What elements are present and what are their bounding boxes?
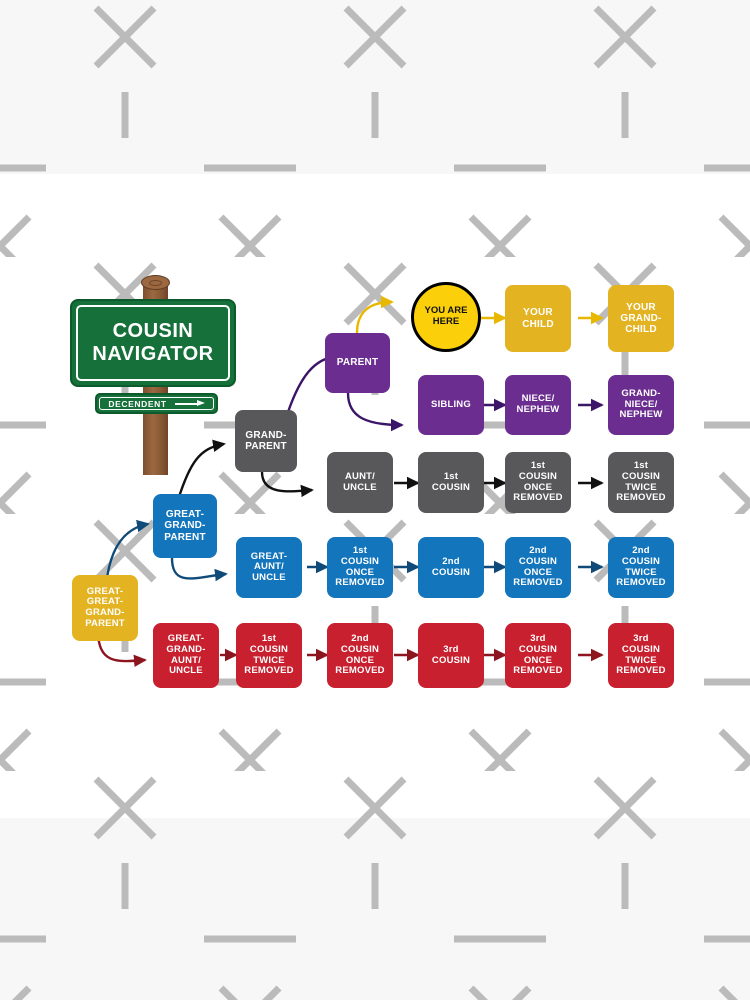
node-label: 3rd COUSIN ONCE REMOVED <box>513 633 563 677</box>
node-great-great-grandparent[interactable]: GREAT- GREAT- GRAND- PARENT <box>72 575 138 641</box>
node-third-cousins-5[interactable]: 3rd COUSIN ONCE REMOVED <box>505 623 571 688</box>
node-third-cousins-1[interactable]: GREAT- GRAND- AUNT/UNCLE <box>153 623 219 688</box>
node-label: 3rd COUSIN <box>431 643 471 666</box>
node-third-cousins-2[interactable]: 1st COUSIN TWICE REMOVED <box>236 623 302 688</box>
descendent-sign: DECENDENT <box>95 393 218 414</box>
title-line-1: COUSIN <box>112 320 194 342</box>
screenshot-stage: COUSIN NAVIGATOR DECENDENT YOU ARE HERE … <box>0 0 750 1000</box>
node-label: AUNT/UNCLE <box>343 470 377 493</box>
node-label: YOUR GRAND- CHILD <box>620 301 662 336</box>
node-first-cousins-2[interactable]: 1st COUSIN <box>418 452 484 513</box>
node-second-cousins-1[interactable]: GREAT- AUNT/UNCLE <box>236 537 302 598</box>
node-label: SIBLING <box>431 398 471 410</box>
node-label: GREAT- AUNT/UNCLE <box>250 550 288 583</box>
descendent-sign-label: DECENDENT <box>108 398 167 409</box>
node-label: 2nd COUSIN ONCE REMOVED <box>335 633 385 677</box>
node-descendants-2[interactable]: YOUR GRAND- CHILD <box>608 285 674 352</box>
node-siblings-3[interactable]: GRAND- NIECE/NEPHEW <box>608 375 674 435</box>
node-label: GRAND- NIECE/NEPHEW <box>619 388 663 421</box>
you-are-here-node[interactable]: YOU ARE HERE <box>411 282 481 352</box>
node-great-great-grandparent-label: GREAT- GREAT- GRAND- PARENT <box>85 585 125 629</box>
node-second-cousins-2[interactable]: 1st COUSIN ONCE REMOVED <box>327 537 393 598</box>
right-arrow-icon <box>174 400 205 407</box>
node-label: 1st COUSIN TWICE REMOVED <box>616 460 666 504</box>
node-descendants-1[interactable]: YOUR CHILD <box>505 285 571 352</box>
node-first-cousins-3[interactable]: 1st COUSIN ONCE REMOVED <box>505 452 571 513</box>
node-siblings-1[interactable]: SIBLING <box>418 375 484 435</box>
node-label: 2nd COUSIN TWICE REMOVED <box>616 545 666 589</box>
node-first-cousins-4[interactable]: 1st COUSIN TWICE REMOVED <box>608 452 674 513</box>
node-third-cousins-4[interactable]: 3rd COUSIN <box>418 623 484 688</box>
node-label: GREAT- GRAND- AUNT/UNCLE <box>166 633 206 677</box>
node-parent-label: PARENT <box>336 357 379 369</box>
node-great-grandparent-label: GREAT- GRAND- PARENT <box>164 509 206 543</box>
node-label: 1st COUSIN ONCE REMOVED <box>513 460 563 504</box>
title-sign: COUSIN NAVIGATOR <box>70 299 236 387</box>
node-label: 3rd COUSIN TWICE REMOVED <box>616 633 666 677</box>
node-second-cousins-5[interactable]: 2nd COUSIN TWICE REMOVED <box>608 537 674 598</box>
signpost-post-cap <box>141 275 170 290</box>
node-label: 1st COUSIN TWICE REMOVED <box>244 633 294 677</box>
node-second-cousins-4[interactable]: 2nd COUSIN ONCE REMOVED <box>505 537 571 598</box>
node-grandparent-label: GRAND- PARENT <box>245 429 287 452</box>
node-third-cousins-3[interactable]: 2nd COUSIN ONCE REMOVED <box>327 623 393 688</box>
node-second-cousins-3[interactable]: 2nd COUSIN <box>418 537 484 598</box>
node-label: 2nd COUSIN <box>431 555 471 578</box>
node-third-cousins-6[interactable]: 3rd COUSIN TWICE REMOVED <box>608 623 674 688</box>
node-label: YOUR CHILD <box>522 307 554 330</box>
node-grandparent[interactable]: GRAND- PARENT <box>235 410 297 472</box>
node-siblings-2[interactable]: NIECE/NEPHEW <box>505 375 571 435</box>
node-label: 2nd COUSIN ONCE REMOVED <box>513 545 563 589</box>
node-great-grandparent[interactable]: GREAT- GRAND- PARENT <box>153 494 217 558</box>
title-line-2: NAVIGATOR <box>92 343 214 365</box>
node-label: 1st COUSIN ONCE REMOVED <box>335 545 385 589</box>
you-are-here-line-2: HERE <box>432 316 460 327</box>
node-label: NIECE/NEPHEW <box>516 393 560 415</box>
you-are-here-line-1: YOU ARE <box>424 305 468 317</box>
node-first-cousins-1[interactable]: AUNT/UNCLE <box>327 452 393 513</box>
node-parent[interactable]: PARENT <box>325 333 390 393</box>
node-label: 1st COUSIN <box>431 470 471 493</box>
